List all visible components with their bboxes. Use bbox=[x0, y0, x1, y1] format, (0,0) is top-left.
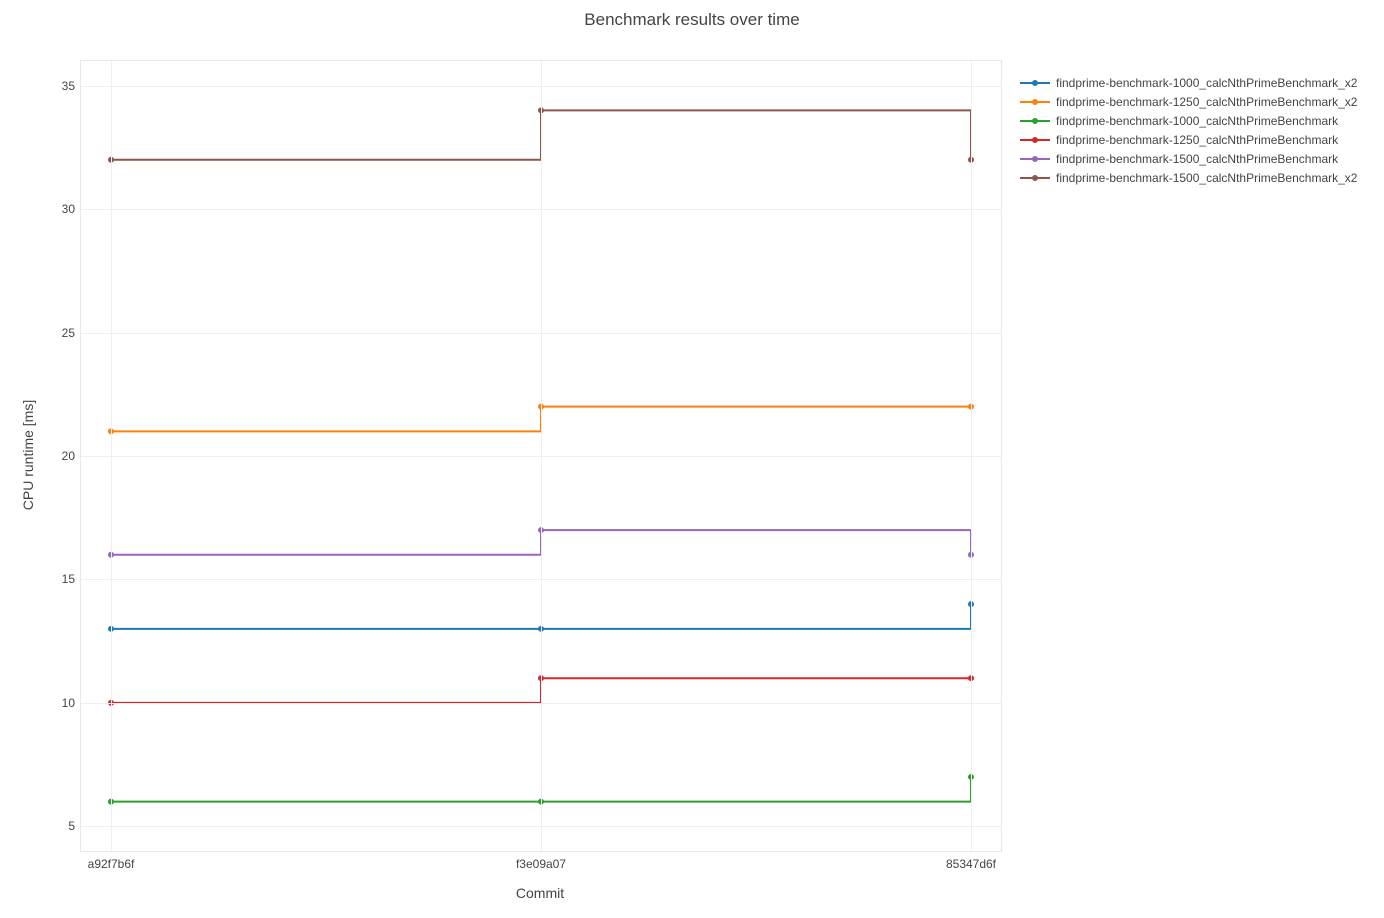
legend-item[interactable]: findprime-benchmark-1500_calcNthPrimeBen… bbox=[1020, 170, 1357, 186]
y-tick-label: 30 bbox=[62, 202, 81, 216]
legend-item[interactable]: findprime-benchmark-1500_calcNthPrimeBen… bbox=[1020, 151, 1357, 167]
y-axis-title: CPU runtime [ms] bbox=[20, 400, 36, 510]
legend-label: findprime-benchmark-1000_calcNthPrimeBen… bbox=[1056, 76, 1357, 90]
x-axis-title: Commit bbox=[516, 885, 564, 901]
chart-title: Benchmark results over time bbox=[0, 10, 1384, 30]
legend-label: findprime-benchmark-1000_calcNthPrimeBen… bbox=[1056, 114, 1338, 128]
legend-item[interactable]: findprime-benchmark-1000_calcNthPrimeBen… bbox=[1020, 113, 1357, 129]
legend-item[interactable]: findprime-benchmark-1250_calcNthPrimeBen… bbox=[1020, 132, 1357, 148]
y-tick-label: 10 bbox=[62, 696, 81, 710]
x-tick-label: f3e09a07 bbox=[516, 851, 566, 871]
chart-container: Benchmark results over time CPU runtime … bbox=[0, 0, 1384, 918]
legend-swatch-icon bbox=[1020, 77, 1050, 89]
legend-swatch-icon bbox=[1020, 134, 1050, 146]
legend-swatch-icon bbox=[1020, 115, 1050, 127]
legend-item[interactable]: findprime-benchmark-1250_calcNthPrimeBen… bbox=[1020, 94, 1357, 110]
grid-line-vertical bbox=[541, 61, 542, 851]
y-tick-label: 25 bbox=[62, 326, 81, 340]
y-tick-label: 5 bbox=[68, 819, 81, 833]
legend[interactable]: findprime-benchmark-1000_calcNthPrimeBen… bbox=[1020, 75, 1357, 189]
legend-label: findprime-benchmark-1500_calcNthPrimeBen… bbox=[1056, 171, 1357, 185]
grid-line-vertical bbox=[111, 61, 112, 851]
plot-area[interactable]: 5101520253035a92f7b6ff3e09a0785347d6f bbox=[80, 60, 1002, 852]
legend-label: findprime-benchmark-1250_calcNthPrimeBen… bbox=[1056, 95, 1357, 109]
legend-swatch-icon bbox=[1020, 153, 1050, 165]
legend-label: findprime-benchmark-1500_calcNthPrimeBen… bbox=[1056, 152, 1338, 166]
legend-item[interactable]: findprime-benchmark-1000_calcNthPrimeBen… bbox=[1020, 75, 1357, 91]
legend-swatch-icon bbox=[1020, 96, 1050, 108]
grid-line-vertical bbox=[971, 61, 972, 851]
y-tick-label: 20 bbox=[62, 449, 81, 463]
x-tick-label: 85347d6f bbox=[946, 851, 996, 871]
y-tick-label: 15 bbox=[62, 572, 81, 586]
y-tick-label: 35 bbox=[62, 79, 81, 93]
legend-label: findprime-benchmark-1250_calcNthPrimeBen… bbox=[1056, 133, 1338, 147]
legend-swatch-icon bbox=[1020, 172, 1050, 184]
x-tick-label: a92f7b6f bbox=[88, 851, 135, 871]
